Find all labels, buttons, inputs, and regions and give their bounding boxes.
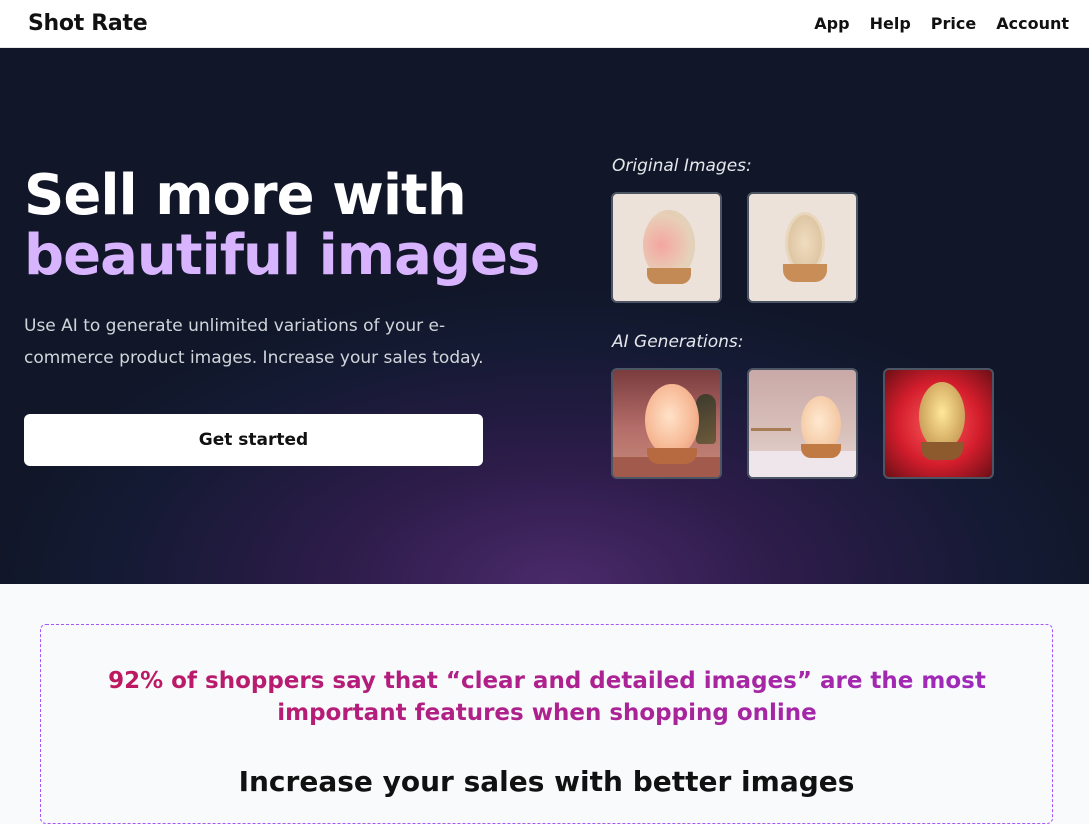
ai-generation-3[interactable] — [883, 368, 994, 479]
hero-headline: Sell more with beautiful images — [24, 163, 540, 288]
stats-section: 92% of shoppers say that “clear and deta… — [0, 584, 1089, 824]
nav-link-app[interactable]: App — [814, 14, 849, 33]
nav-link-help[interactable]: Help — [870, 14, 911, 33]
nav-link-price[interactable]: Price — [931, 14, 976, 33]
ai-generation-1[interactable] — [611, 368, 722, 479]
hero-subtitle: Use AI to generate unlimited variations … — [24, 316, 484, 368]
get-started-button[interactable]: Get started — [24, 414, 483, 466]
hero-section: Sell more with beautiful images Use AI t… — [0, 48, 1089, 584]
crib-shape — [751, 428, 791, 452]
plant-shape — [696, 394, 716, 444]
nav-link-account[interactable]: Account — [996, 14, 1069, 33]
lamp-base-shape — [647, 448, 697, 464]
headline-line-1: Sell more with — [24, 163, 467, 228]
original-image-1[interactable] — [611, 192, 722, 303]
brand-logo[interactable]: Shot Rate — [28, 11, 148, 36]
lamp-base-shape — [921, 442, 963, 460]
stat-card: 92% of shoppers say that “clear and deta… — [40, 624, 1053, 824]
stat-quote: 92% of shoppers say that “clear and deta… — [81, 665, 1013, 729]
lamp-base-shape — [647, 268, 691, 284]
lamp-shape — [645, 384, 699, 456]
original-images-label: Original Images: — [612, 156, 752, 176]
ai-generation-2[interactable] — [747, 368, 858, 479]
lamp-base-shape — [783, 264, 827, 282]
headline-line-2: beautiful images — [24, 223, 540, 288]
top-nav: Shot Rate App Help Price Account — [0, 0, 1089, 48]
nav-links: App Help Price Account — [814, 14, 1069, 33]
section-heading: Increase your sales with better images — [238, 765, 855, 798]
bed-shape — [749, 451, 856, 477]
original-image-2[interactable] — [747, 192, 858, 303]
lamp-shape — [919, 382, 965, 450]
ai-generations-label: AI Generations: — [612, 332, 744, 352]
lamp-base-shape — [801, 444, 841, 458]
